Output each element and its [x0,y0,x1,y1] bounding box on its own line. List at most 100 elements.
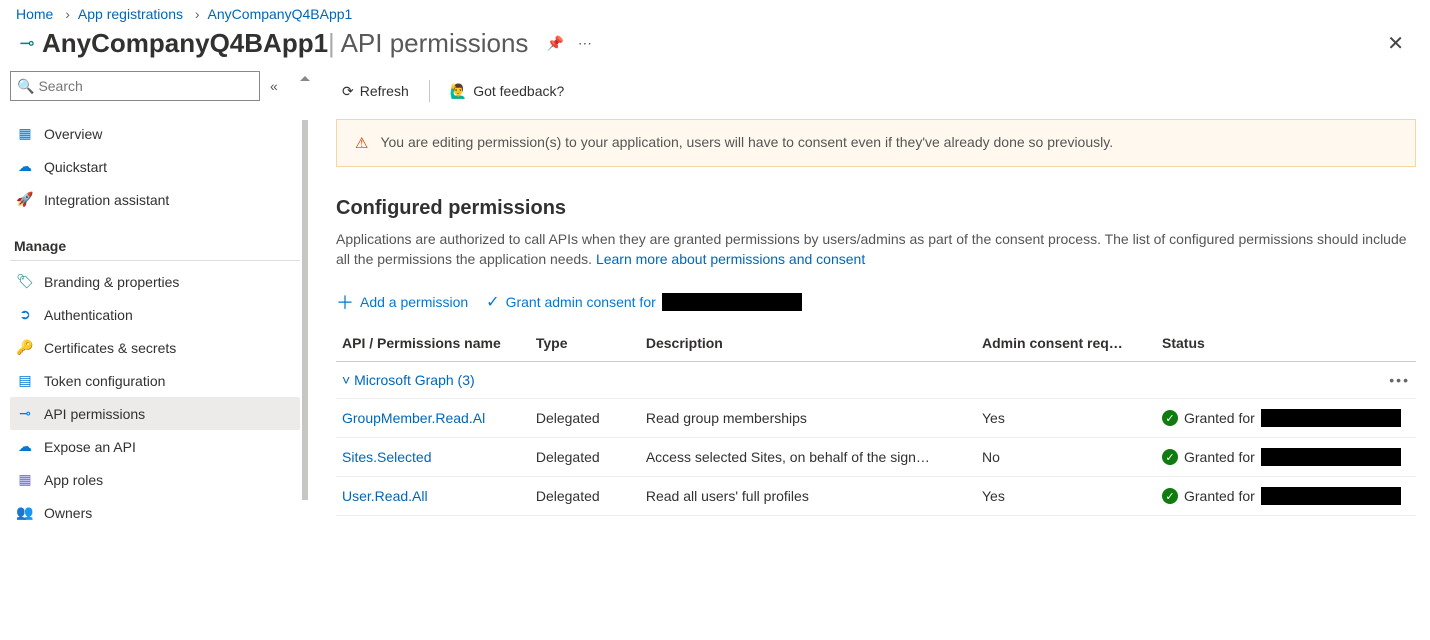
sidebar-item-label: Owners [44,505,92,521]
status-ok-icon: ✓ [1162,488,1178,504]
permission-consent-req: Yes [976,477,1156,516]
col-desc: Description [640,325,976,362]
toolbar: ⟳ Refresh 🙋‍♂️ Got feedback? [336,73,1416,109]
sidebar-item-token-configuration[interactable]: ▤ Token configuration [10,364,300,397]
section-title: Configured permissions [336,197,1416,220]
api-icon: ⊸ [16,405,34,422]
brand-icon: 🏷 [16,273,34,290]
api-row-more[interactable]: ••• [1389,372,1410,388]
plus-icon: ＋ [336,289,354,315]
search-icon: 🔍 [17,78,34,95]
key-icon: 🔑 [16,339,34,356]
permission-type: Delegated [530,477,640,516]
sidebar-item-label: Integration assistant [44,192,169,208]
warning-icon: ⚠ [355,134,368,152]
toolbar-separator [429,80,430,102]
more-icon[interactable]: ⋯ [578,35,592,52]
redacted-tenant [1261,487,1401,505]
feedback-icon: 🙋‍♂️ [450,83,467,100]
sidebar-item-label: Expose an API [44,439,136,455]
feedback-button[interactable]: 🙋‍♂️ Got feedback? [444,79,571,104]
auth-icon: ➲ [16,306,34,323]
col-status: Status [1156,325,1416,362]
redacted-tenant [662,293,802,311]
sidebar-item-owners[interactable]: 👥 Owners [10,496,300,529]
sidebar-item-authentication[interactable]: ➲ Authentication [10,298,300,331]
permission-status: ✓Granted for [1162,409,1410,427]
sidebar-item-api-permissions[interactable]: ⊸ API permissions [10,397,300,430]
sidebar-item-label: App roles [44,472,103,488]
cloud-icon: ☁ [16,158,34,175]
sidebar-item-label: Certificates & secrets [44,340,176,356]
sidebar-item-label: Quickstart [44,159,107,175]
page-subtitle: API permissions [328,28,528,59]
status-ok-icon: ✓ [1162,449,1178,465]
sidebar-item-label: Token configuration [44,373,165,389]
permission-type: Delegated [530,438,640,477]
page-header: ⊸ AnyCompanyQ4BApp1 API permissions 📌 ⋯ … [0,22,1430,71]
api-name[interactable]: Microsoft Graph (3) [354,372,475,388]
check-icon: ✓ [486,292,499,312]
refresh-button[interactable]: ⟳ Refresh [336,79,415,104]
rocket-icon: 🚀 [16,191,34,208]
permission-status: ✓Granted for [1162,487,1410,505]
grant-consent-button[interactable]: ✓ Grant admin consent for [486,292,802,312]
col-type: Type [530,325,640,362]
warning-text: You are editing permission(s) to your ap… [380,134,1113,150]
permission-row[interactable]: User.Read.All DelegatedRead all users' fu… [336,477,1416,516]
expose-icon: ☁ [16,438,34,455]
permission-row[interactable]: GroupMember.Read.Al DelegatedRead group m… [336,399,1416,438]
main-content: ⟳ Refresh 🙋‍♂️ Got feedback? ⚠ You are e… [310,71,1430,549]
permission-desc: Read all users' full profiles [640,477,976,516]
sidebar-item-expose-an-api[interactable]: ☁ Expose an API [10,430,300,463]
section-description: Applications are authorized to call APIs… [336,230,1416,269]
col-consent: Admin consent req… [976,325,1156,362]
refresh-icon: ⟳ [342,83,354,100]
permission-consent-req: Yes [976,399,1156,438]
redacted-tenant [1261,448,1401,466]
add-permission-button[interactable]: ＋ Add a permission [336,289,468,315]
breadcrumb-app[interactable]: AnyCompanyQ4BApp1 [187,6,352,22]
sidebar-item-label: Overview [44,126,102,142]
permission-status: ✓Granted for [1162,448,1410,466]
sidebar-item-quickstart[interactable]: ☁ Quickstart [10,150,300,183]
bars-icon: ▤ [16,372,34,389]
sidebar-item-integration-assistant[interactable]: 🚀 Integration assistant [10,183,300,216]
sidebar-item-overview[interactable]: ▦ Overview [10,117,300,150]
permission-row[interactable]: Sites.Selected DelegatedAccess selected S… [336,438,1416,477]
pin-icon[interactable]: 📌 [546,35,563,52]
learn-more-link[interactable]: Learn more about permissions and consent [596,251,865,267]
sidebar-item-label: Branding & properties [44,274,179,290]
sidebar-item-label: Authentication [44,307,133,323]
page-title: AnyCompanyQ4BApp1 [42,28,328,59]
api-expand-toggle[interactable]: ˅ [342,372,354,388]
warning-banner: ⚠ You are editing permission(s) to your … [336,119,1416,167]
collapse-sidebar-icon[interactable]: « [270,78,286,94]
permission-type: Delegated [530,399,640,438]
sidebar-item-branding-properties[interactable]: 🏷 Branding & properties [10,265,300,298]
sidebar: 🔍 « ▦ Overview ☁ Quickstart 🚀 Integration ass… [0,71,300,549]
redacted-tenant [1261,409,1401,427]
breadcrumb-home[interactable]: Home [16,6,53,22]
permission-name-link[interactable]: GroupMember.Read.Al [342,410,485,426]
owners-icon: 👥 [16,504,34,521]
breadcrumb-appreg[interactable]: App registrations [57,6,183,22]
permission-name-link[interactable]: User.Read.All [342,488,428,504]
permission-consent-req: No [976,438,1156,477]
grid-icon: ▦ [16,125,34,142]
col-api: API / Permissions name [336,325,530,362]
permission-name-link[interactable]: Sites.Selected [342,449,432,465]
sidebar-scrollbar[interactable] [300,71,310,549]
permission-desc: Access selected Sites, on behalf of the … [640,438,976,477]
sidebar-item-certificates-secrets[interactable]: 🔑 Certificates & secrets [10,331,300,364]
status-ok-icon: ✓ [1162,410,1178,426]
permissions-table: API / Permissions name Type Description … [336,325,1416,516]
search-box[interactable]: 🔍 [10,71,260,101]
breadcrumb: Home App registrations AnyCompanyQ4BApp1 [0,0,1430,22]
close-button[interactable]: ✕ [1377,31,1414,56]
sidebar-item-app-roles[interactable]: ▦ App roles [10,463,300,496]
search-input[interactable] [38,78,253,94]
sidebar-item-label: API permissions [44,406,145,422]
permission-desc: Read group memberships [640,399,976,438]
roles-icon: ▦ [16,471,34,488]
